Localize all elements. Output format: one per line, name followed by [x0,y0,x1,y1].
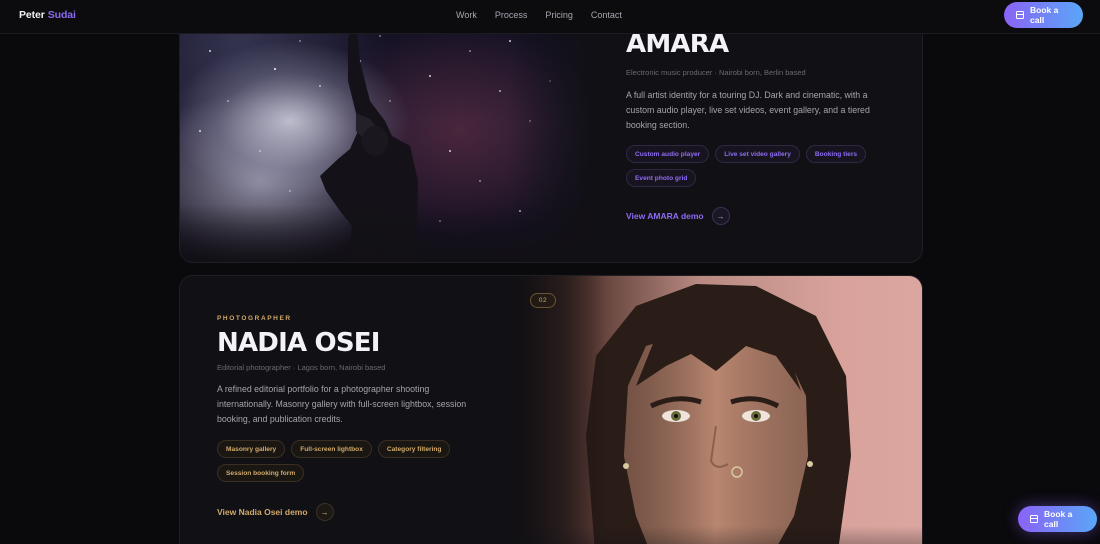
project-category: PHOTOGRAPHER [217,315,292,322]
nadia-portrait-photo: 02 [516,276,922,544]
view-amara-demo-link[interactable]: View AMARA demo → [626,207,730,225]
tag: Masonry gallery [217,440,286,458]
project-subtitle: Electronic music producer · Nairobi born… [626,68,806,77]
site-logo[interactable]: Peter Sudai [19,9,76,21]
top-nav: Peter Sudai Work Process Pricing Contact … [0,0,1100,34]
floating-book-call-label: Book a call [1044,509,1073,529]
arrow-right-icon: → [315,503,334,521]
nav-link-pricing[interactable]: Pricing [545,10,573,20]
feature-tags: Custom audio player Live set video galle… [626,145,886,187]
book-call-label: Book a call [1030,5,1059,25]
calendar-icon [1030,515,1038,523]
floating-book-call-button[interactable]: Book a call [1018,506,1097,532]
project-title: NADIA OSEI [217,328,380,358]
feature-tags: Masonry gallery Full-screen lightbox Cat… [217,440,487,482]
project-subtitle: Editorial photographer · Lagos born, Nai… [217,363,386,372]
nav-link-work[interactable]: Work [456,10,477,20]
amara-hero-photo [180,0,589,262]
book-call-button[interactable]: Book a call [1004,2,1083,28]
tag: Custom audio player [626,145,710,163]
project-description: A refined editorial portfolio for a phot… [217,384,467,424]
arrow-right-icon: → [711,207,730,225]
project-description: A full artist identity for a touring DJ.… [626,90,870,130]
nav-link-contact[interactable]: Contact [591,10,622,20]
tag: Booking tiers [805,145,867,163]
logo-first-name: Peter [19,9,45,21]
nav-links: Work Process Pricing Contact [456,10,640,20]
tag: Session booking form [217,464,305,482]
logo-last-name: Sudai [47,9,76,21]
tag: Live set video gallery [715,145,800,163]
project-number-badge: 02 [530,293,556,308]
cta-label: View Nadia Osei demo [217,507,308,517]
calendar-icon [1016,11,1024,19]
tag: Category filtering [377,440,451,458]
cta-label: View AMARA demo [626,211,704,221]
project-card-nadia-osei: PHOTOGRAPHER NADIA OSEI Editorial photog… [179,275,923,544]
project-card-amara: AMARA Electronic music producer · Nairob… [179,0,923,263]
view-nadia-osei-demo-link[interactable]: View Nadia Osei demo → [217,503,334,521]
tag: Event photo grid [626,169,697,187]
nav-link-process[interactable]: Process [495,10,528,20]
tag: Full-screen lightbox [291,440,372,458]
